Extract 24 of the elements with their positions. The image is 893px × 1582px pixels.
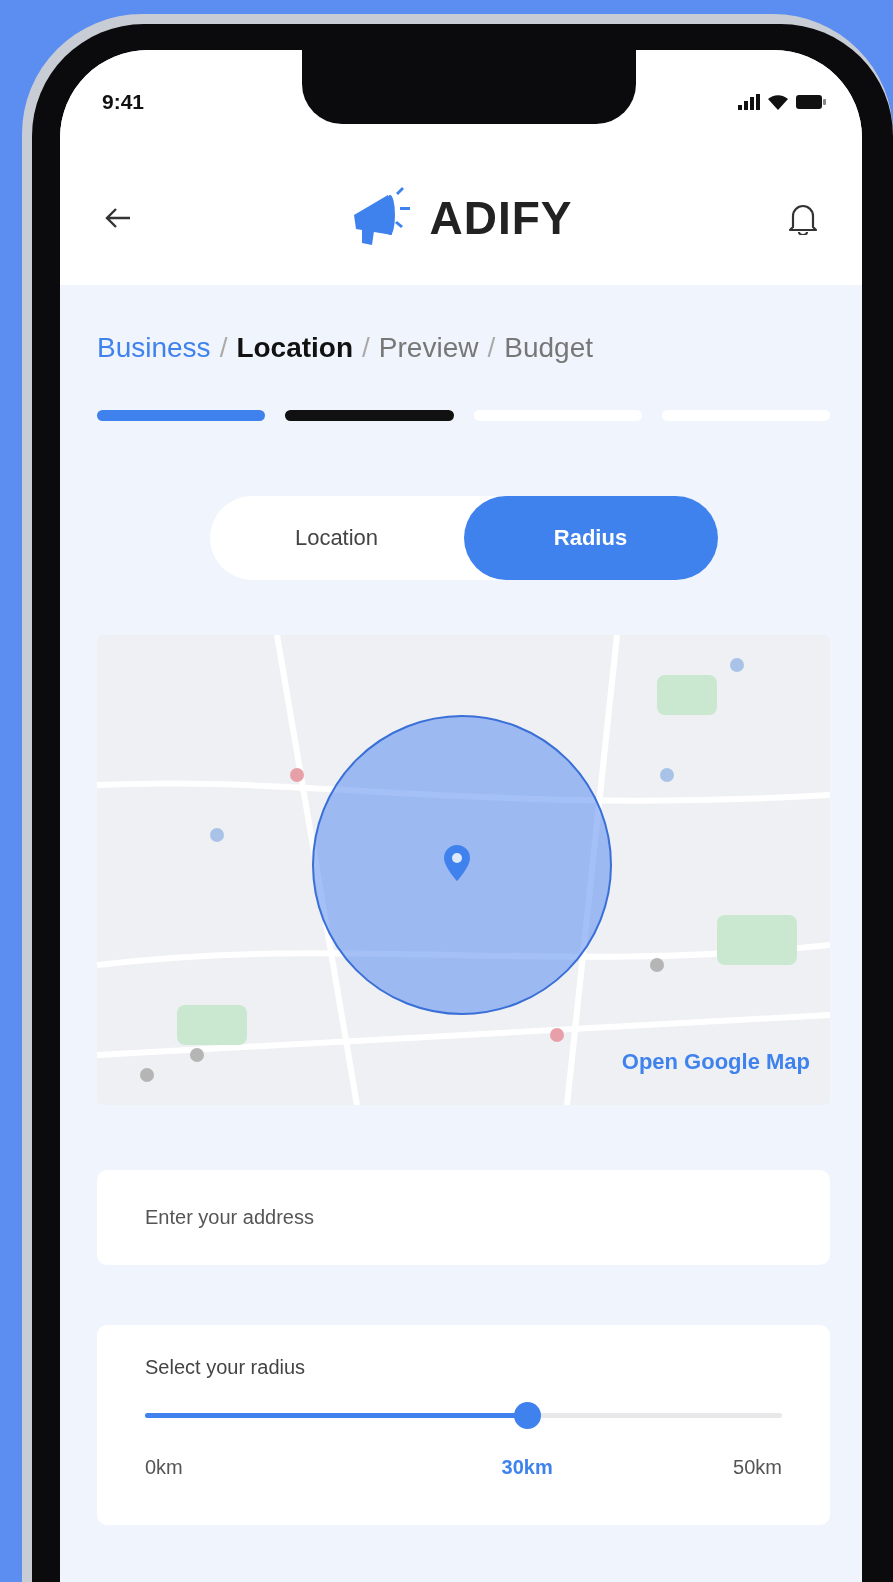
brand-name: ADIFY [429,190,573,245]
selected-value: 30km [501,1456,553,1479]
back-arrow-icon [104,206,132,229]
breadcrumb-step[interactable]: Location [236,333,354,363]
address-input[interactable]: Enter your address [97,1170,830,1265]
breadcrumb-step[interactable]: Budget [504,333,593,363]
breadcrumb-separator: / [362,333,370,363]
open-map-link[interactable]: Open Google Map [621,1049,810,1075]
breadcrumb-step[interactable]: Business [97,333,211,363]
min-value: 0km [145,1456,183,1479]
battery-icon [796,95,826,109]
breadcrumb-step[interactable]: Preview [378,333,479,363]
breadcrumb-separator: / [487,333,496,363]
segment-tab[interactable]: Radius [463,496,718,580]
radius-label: Select your radius [145,1355,307,1379]
wifi-icon [767,94,789,110]
max-value: 50km [733,1456,782,1479]
slider-thumb[interactable] [514,1402,542,1429]
map-pin-icon [444,845,470,881]
breadcrumb-separator: / [219,333,228,363]
segment-tab[interactable]: Location [209,496,464,580]
signal-icon [738,94,760,110]
status-time: 9:41 [102,90,145,114]
radius-slider[interactable] [145,1402,782,1429]
